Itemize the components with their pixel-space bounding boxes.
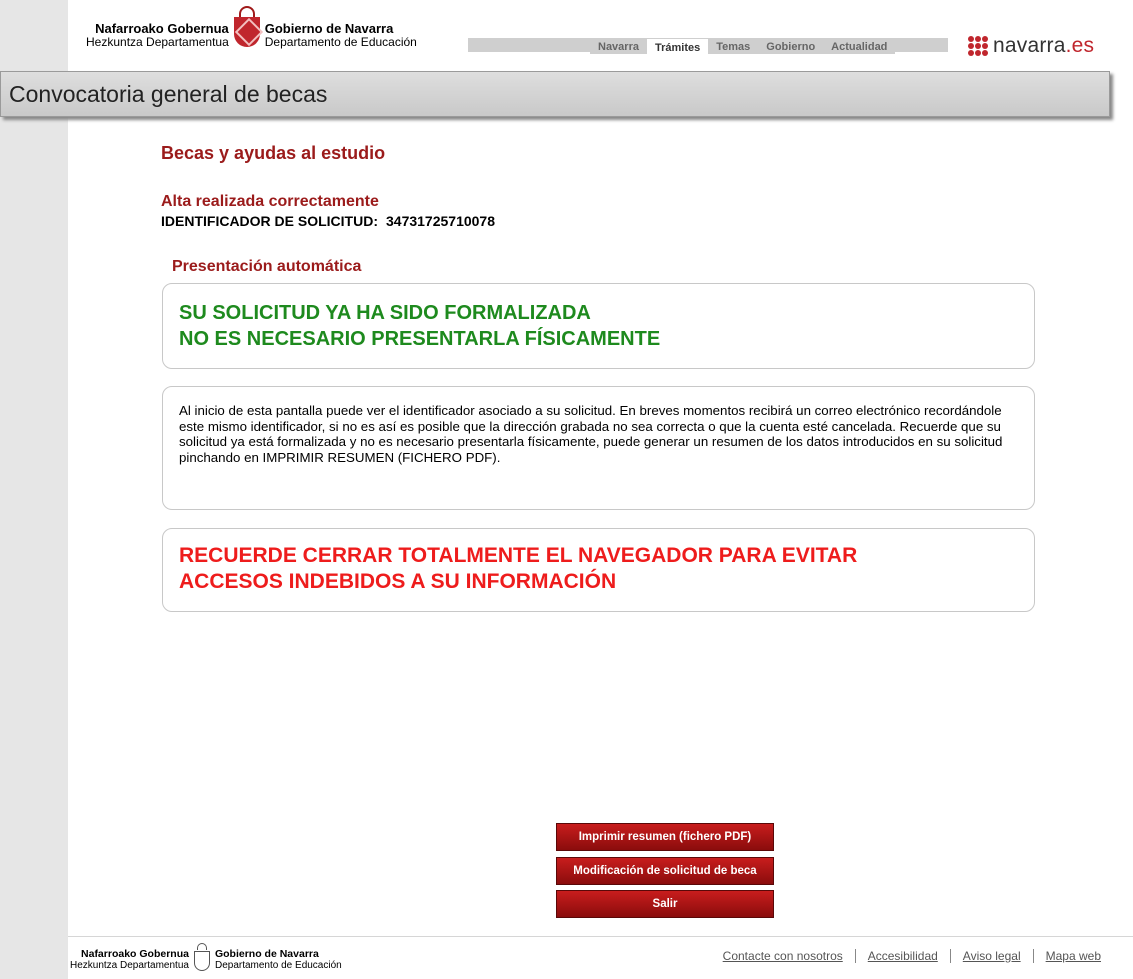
- tab-gobierno[interactable]: Gobierno: [758, 38, 824, 54]
- request-identifier: IDENTIFICADOR DE SOLICITUD: 3473172571007…: [161, 213, 495, 229]
- site-footer: Nafarroako Gobernua Hezkuntza Departamen…: [68, 936, 1133, 979]
- footer-logo[interactable]: Nafarroako Gobernua Hezkuntza Departamen…: [70, 943, 342, 973]
- navarra-dots-icon: [968, 36, 990, 56]
- warning-line1: RECUERDE CERRAR TOTALMENTE EL NAVEGADOR …: [179, 544, 858, 567]
- navarra-es-logo[interactable]: navarra.es: [968, 34, 1094, 58]
- identifier-label: IDENTIFICADOR DE SOLICITUD:: [161, 213, 378, 229]
- modify-request-button[interactable]: Modificación de solicitud de beca: [556, 857, 774, 885]
- footer-logo-left-line1: Nafarroako Gobernua: [81, 948, 189, 960]
- section-title: Becas y ayudas al estudio: [161, 143, 386, 163]
- warning-line2: ACCESOS INDEBIDOS A SU INFORMACIÓN: [179, 570, 617, 593]
- formalized-line1: SU SOLICITUD YA HA SIDO FORMALIZADA: [179, 302, 591, 324]
- footer-logo-spanish: Gobierno de Navarra Departamento de Educ…: [212, 948, 342, 972]
- page-title-bar: Convocatoria general de becas: [0, 71, 1110, 117]
- logo-right-line2: Departamento de Educación: [264, 35, 417, 49]
- presentation-title: Presentación automática: [172, 258, 362, 275]
- footer-link-accessibility[interactable]: Accesibilidad: [854, 949, 950, 963]
- footer-link-contact[interactable]: Contacte con nosotros: [711, 949, 855, 963]
- identifier-value: 34731725710078: [386, 213, 496, 229]
- tab-navarra[interactable]: Navarra: [590, 38, 647, 54]
- page-title: Convocatoria general de becas: [9, 81, 328, 107]
- brand-name: navarra.es: [993, 34, 1094, 58]
- brand-name-main: navarra: [993, 34, 1066, 57]
- footer-logo-left-line2: Hezkuntza Departamentua: [70, 960, 189, 971]
- tab-actualidad[interactable]: Actualidad: [823, 38, 896, 54]
- top-nav: Navarra Trámites Temas Gobierno Actualid…: [590, 38, 896, 54]
- footer-crest-icon: [192, 943, 212, 973]
- warning-notice: RECUERDE CERRAR TOTALMENTE EL NAVEGADOR …: [162, 528, 1035, 612]
- status-message: Alta realizada correctamente: [161, 193, 379, 210]
- logo-right-line1: Gobierno de Navarra: [264, 21, 394, 36]
- logo-spanish-text: Gobierno de Navarra Departamento de Educ…: [261, 6, 417, 49]
- exit-button[interactable]: Salir: [556, 890, 774, 918]
- print-summary-button[interactable]: Imprimir resumen (fichero PDF): [556, 823, 774, 851]
- footer-links: Contacte con nosotros Accesibilidad Avis…: [711, 949, 1113, 963]
- government-logo[interactable]: Nafarroako Gobernua Hezkuntza Departamen…: [86, 6, 417, 49]
- footer-link-legal[interactable]: Aviso legal: [949, 949, 1033, 963]
- brand-name-suffix: .es: [1065, 34, 1095, 57]
- info-text: Al inicio de esta pantalla puede ver el …: [179, 403, 1003, 465]
- logo-left-line2: Hezkuntza Departamentua: [86, 35, 229, 49]
- footer-link-sitemap[interactable]: Mapa web: [1032, 949, 1113, 963]
- logo-left-line1: Nafarroako Gobernua: [95, 21, 229, 36]
- tab-tramites[interactable]: Trámites: [646, 38, 709, 54]
- logo-basque-text: Nafarroako Gobernua Hezkuntza Departamen…: [86, 6, 233, 49]
- formalized-notice: SU SOLICITUD YA HA SIDO FORMALIZADA NO E…: [162, 283, 1035, 369]
- info-notice: Al inicio de esta pantalla puede ver el …: [162, 386, 1035, 510]
- footer-logo-right-line1: Gobierno de Navarra: [214, 948, 319, 960]
- formalized-line2: NO ES NECESARIO PRESENTARLA FÍSICAMENTE: [179, 328, 661, 350]
- tab-temas[interactable]: Temas: [708, 38, 759, 54]
- site-header: Nafarroako Gobernua Hezkuntza Departamen…: [68, 0, 1133, 66]
- footer-logo-right-line2: Departamento de Educación: [214, 960, 342, 971]
- footer-logo-basque: Nafarroako Gobernua Hezkuntza Departamen…: [70, 948, 192, 972]
- navarra-crest-icon: [233, 6, 261, 48]
